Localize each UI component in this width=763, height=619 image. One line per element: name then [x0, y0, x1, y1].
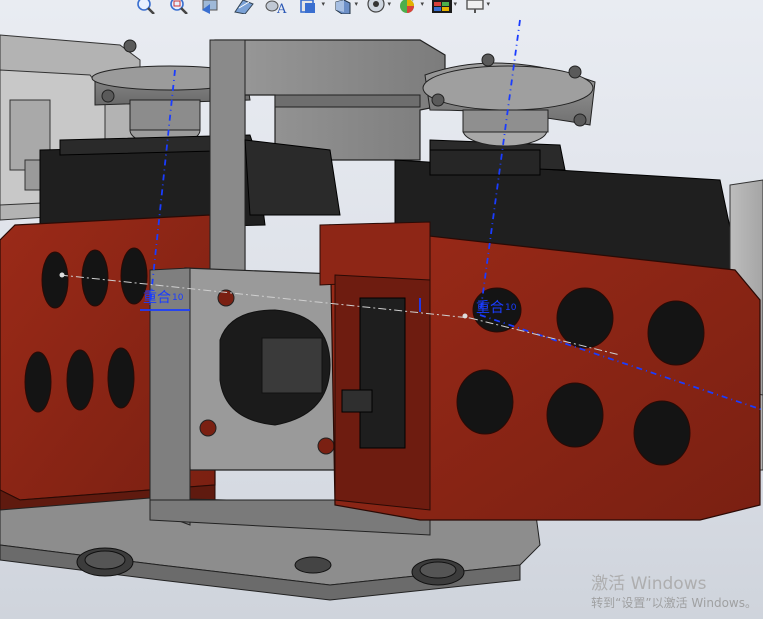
zoom-to-area-button[interactable] [163, 0, 193, 16]
view-orientation-button[interactable]: ▾ [295, 0, 325, 16]
hide-show-items-button[interactable]: ▾ [361, 0, 391, 16]
coincident-mate-label-right[interactable]: 重合10 [476, 300, 516, 316]
chevron-down-icon: ▾ [387, 0, 391, 8]
section-view-button[interactable] [229, 0, 259, 16]
zoom-to-area-icon [170, 0, 188, 14]
display-style-icon [335, 0, 351, 14]
chevron-down-icon: ▾ [321, 0, 325, 8]
edit-appearance-button[interactable]: ▾ [394, 0, 424, 16]
heads-up-view-toolbar: A ▾ ▾ ▾ ▾ ▾ ▾ [130, 0, 620, 18]
watermark-subtitle: 转到“设置”以激活 Windows。 [591, 596, 757, 610]
dynamic-annotation-button[interactable]: A [262, 0, 292, 16]
view-orientation-icon [300, 0, 315, 13]
scene-icon [432, 0, 452, 13]
watermark-title: 激活 Windows [591, 574, 707, 594]
right-red-bracket [319, 221, 761, 521]
monitor-icon [466, 0, 484, 13]
svg-text:A: A [276, 2, 287, 14]
windows-activation-watermark: 激活 Windows 转到“设置”以激活 Windows。 [591, 573, 757, 611]
chevron-down-icon: ▾ [453, 0, 457, 8]
mate-text-right: 重合 [476, 300, 504, 316]
chevron-down-icon: ▾ [486, 0, 490, 8]
mate-sub-right: 10 [505, 303, 517, 313]
previous-view-icon [202, 0, 218, 14]
chevron-down-icon: ▾ [420, 0, 424, 8]
mate-sub-left: 10 [172, 293, 184, 303]
hide-show-icon [367, 0, 385, 13]
appearance-icon [400, 0, 414, 13]
section-view-icon [234, 0, 254, 14]
chevron-down-icon: ▾ [354, 0, 358, 8]
zoom-to-fit-icon [137, 0, 155, 14]
mate-text-left: 重合 [143, 290, 171, 306]
view-settings-button[interactable]: ▾ [460, 0, 490, 16]
display-style-button[interactable]: ▾ [328, 0, 358, 16]
apply-scene-button[interactable]: ▾ [427, 0, 457, 16]
graphics-viewport[interactable]: 重合10 重合10 A ▾ ▾ ▾ ▾ ▾ ▾ 激活 Windows 转到“设置… [0, 0, 763, 619]
zoom-to-fit-button[interactable] [130, 0, 160, 16]
assembly-model[interactable] [0, 0, 763, 619]
coincident-mate-label-left[interactable]: 重合10 [143, 290, 183, 306]
annotation-view-icon: A [265, 0, 287, 14]
previous-view-button[interactable] [196, 0, 226, 16]
